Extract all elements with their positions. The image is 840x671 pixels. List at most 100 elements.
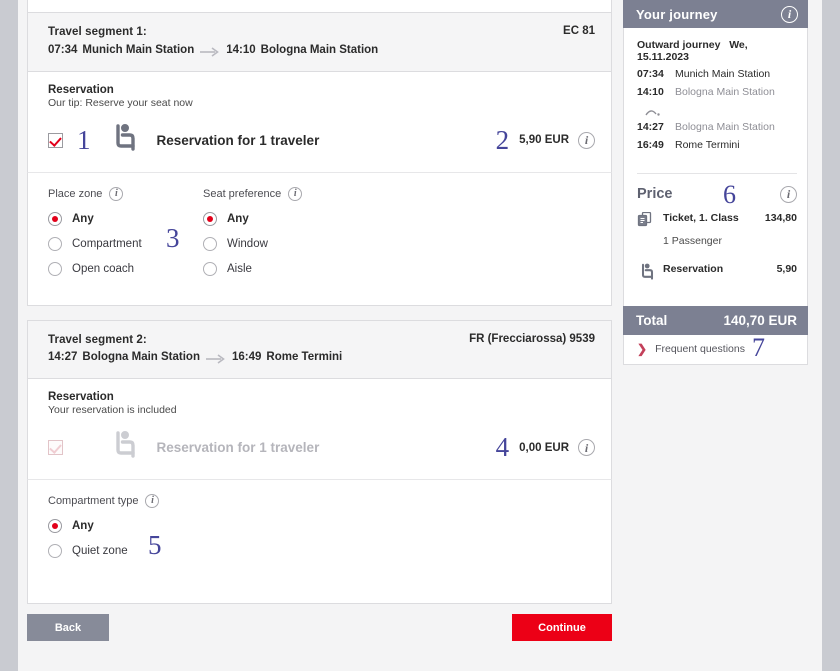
seat-icon bbox=[109, 430, 137, 465]
segment-2-reservation-checkbox bbox=[48, 440, 63, 456]
travel-segment-1: Travel segment 1: 07:34 Munich Main Stat… bbox=[27, 12, 612, 306]
radio-label: Any bbox=[72, 212, 94, 225]
segment-1-arrival-station: Bologna Main Station bbox=[260, 43, 379, 56]
previous-section-sliver bbox=[27, 0, 612, 12]
place-zone-option-open-coach[interactable]: Open coach bbox=[48, 261, 203, 276]
seat-preference-group: Seat preference i Any Window Aisle bbox=[203, 186, 358, 287]
price-header: Price 6 i bbox=[637, 181, 797, 207]
segment-2-departure-station: Bologna Main Station bbox=[82, 351, 200, 364]
place-zone-option-compartment[interactable]: Compartment bbox=[48, 236, 203, 251]
seat-preference-option-any[interactable]: Any bbox=[203, 211, 358, 226]
booking-main-column: Travel segment 1: 07:34 Munich Main Stat… bbox=[27, 12, 612, 605]
compartment-type-group: Compartment type i Any Quiet zone 5 bbox=[48, 494, 203, 569]
segment-2-arrival-station: Rome Termini bbox=[266, 351, 343, 364]
place-zone-option-any[interactable]: Any bbox=[48, 211, 203, 226]
continue-button[interactable]: Continue bbox=[512, 614, 612, 641]
reservation-label: Reservation bbox=[663, 262, 724, 275]
segment-1-title: Travel segment 1: bbox=[48, 26, 147, 38]
journey-leg: 07:34 Munich Main Station bbox=[637, 65, 797, 83]
arrow-right-icon bbox=[199, 46, 221, 57]
summary-sidebar: Your journey i Outward journey We, 15.11… bbox=[623, 0, 808, 365]
frequent-questions-label: Frequent questions bbox=[655, 342, 745, 355]
segment-1-route: 07:34 Munich Main Station 14:10 Bologna … bbox=[48, 42, 378, 60]
total-label: Total bbox=[636, 312, 668, 328]
journey-leg: 14:10 Bologna Main Station bbox=[637, 83, 797, 101]
segment-1-reservation-block: Reservation Our tip: Reserve your seat n… bbox=[27, 71, 612, 173]
journey-leg: 16:49 Rome Termini bbox=[637, 136, 797, 154]
radio-indicator bbox=[203, 236, 217, 251]
segment-2-options: Compartment type i Any Quiet zone 5 bbox=[27, 480, 612, 605]
segment-2-reservation-title: Reservation bbox=[48, 391, 114, 404]
segment-2-departure-time: 14:27 bbox=[48, 351, 78, 364]
info-icon[interactable]: i bbox=[578, 131, 595, 149]
segment-1-train-number: EC 81 bbox=[563, 25, 595, 37]
segment-1-arrival-time: 14:10 bbox=[226, 43, 256, 56]
seat-preference-option-aisle[interactable]: Aisle bbox=[203, 261, 358, 276]
journey-leg-time: 14:27 bbox=[637, 120, 664, 133]
radio-label: Compartment bbox=[72, 237, 142, 250]
radio-indicator bbox=[48, 261, 62, 276]
annotation-5: 5 bbox=[148, 530, 162, 561]
segment-2-reservation-block: Reservation Your reservation is included… bbox=[27, 379, 612, 481]
radio-label: Open coach bbox=[72, 262, 135, 275]
journey-leg-station: Bologna Main Station bbox=[675, 86, 775, 99]
annotation-2: 2 bbox=[495, 124, 510, 155]
radio-indicator bbox=[203, 261, 217, 276]
radio-indicator bbox=[48, 544, 62, 559]
place-zone-group: Place zone i Any Compartment Open coach bbox=[48, 186, 203, 287]
seat-icon bbox=[637, 263, 655, 286]
journey-direction-label: Outward journey bbox=[637, 39, 721, 51]
segment-2-header: Travel segment 2: 14:27 Bologna Main Sta… bbox=[27, 319, 612, 380]
info-icon[interactable]: i bbox=[781, 5, 798, 23]
transfer-icon bbox=[643, 104, 797, 116]
annotation-7: 7 bbox=[752, 332, 765, 362]
info-icon[interactable]: i bbox=[578, 439, 595, 457]
total-value: 140,70 EUR bbox=[723, 312, 797, 328]
seat-preference-label: Seat preference bbox=[203, 187, 282, 200]
back-button[interactable]: Back bbox=[27, 614, 109, 641]
segment-1-reservation-label: Reservation for 1 traveler bbox=[156, 132, 320, 148]
segment-2-reservation-row: 0 Reservation for 1 traveler 4 0,00 EUR … bbox=[48, 430, 595, 465]
chevron-right-icon: ❯ bbox=[637, 341, 648, 356]
segment-1-price-wrap: 5,90 EUR i bbox=[519, 131, 595, 149]
frequent-questions-row[interactable]: ❯ Frequent questions 7 bbox=[623, 332, 808, 365]
sidebar-divider bbox=[637, 172, 797, 174]
info-icon[interactable]: i bbox=[109, 186, 124, 201]
info-icon[interactable]: i bbox=[288, 186, 303, 201]
compartment-type-label: Compartment type bbox=[48, 495, 139, 508]
travel-segment-2: Travel segment 2: 14:27 Bologna Main Sta… bbox=[27, 319, 612, 605]
segment-2-train-number: FR (Frecciarossa) 9539 bbox=[469, 332, 595, 345]
segment-1-reservation-checkbox[interactable] bbox=[48, 132, 63, 148]
radio-indicator bbox=[203, 211, 217, 226]
place-zone-header: Place zone i bbox=[48, 186, 203, 201]
your-journey-header: Your journey i bbox=[623, 0, 808, 28]
segment-1-info: Travel segment 1: 07:34 Munich Main Stat… bbox=[48, 24, 378, 60]
reservation-value: 5,90 bbox=[776, 262, 797, 275]
segment-1-reservation-subtitle: Our tip: Reserve your seat now bbox=[48, 96, 193, 109]
compartment-type-option-quiet-zone[interactable]: Quiet zone bbox=[48, 544, 203, 559]
segment-2-title: Travel segment 2: bbox=[48, 333, 147, 346]
compartment-type-option-any[interactable]: Any bbox=[48, 519, 203, 534]
segment-1-departure-station: Munich Main Station bbox=[82, 43, 195, 56]
segment-1-reservation-price: 5,90 EUR bbox=[519, 134, 569, 147]
footer-actions: Back Continue bbox=[27, 614, 612, 641]
journey-leg: 14:27 Bologna Main Station bbox=[637, 118, 797, 136]
ticket-icon bbox=[637, 211, 655, 233]
annotation-6: 6 bbox=[723, 179, 736, 209]
arrow-right-icon bbox=[205, 353, 227, 364]
compartment-type-header: Compartment type i bbox=[48, 494, 203, 509]
segment-2-info: Travel segment 2: 14:27 Bologna Main Sta… bbox=[48, 332, 342, 368]
ticket-value: 134,80 bbox=[764, 211, 797, 224]
price-line-ticket: Ticket, 1. Class 134,80 bbox=[637, 211, 797, 233]
journey-leg-time: 16:49 bbox=[637, 139, 664, 152]
price-line-reservation: Reservation 5,90 bbox=[637, 263, 797, 286]
segment-1-reservation-title: Reservation bbox=[48, 83, 114, 96]
ticket-passenger-count: 1 Passenger bbox=[663, 234, 722, 247]
radio-label: Quiet zone bbox=[72, 545, 128, 558]
info-icon[interactable]: i bbox=[780, 185, 797, 203]
segment-1-departure-time: 07:34 bbox=[48, 43, 78, 56]
annotation-1: 1 bbox=[77, 124, 91, 155]
seat-preference-option-window[interactable]: Window bbox=[203, 236, 358, 251]
info-icon[interactable]: i bbox=[145, 494, 160, 509]
price-title: Price bbox=[637, 186, 673, 202]
